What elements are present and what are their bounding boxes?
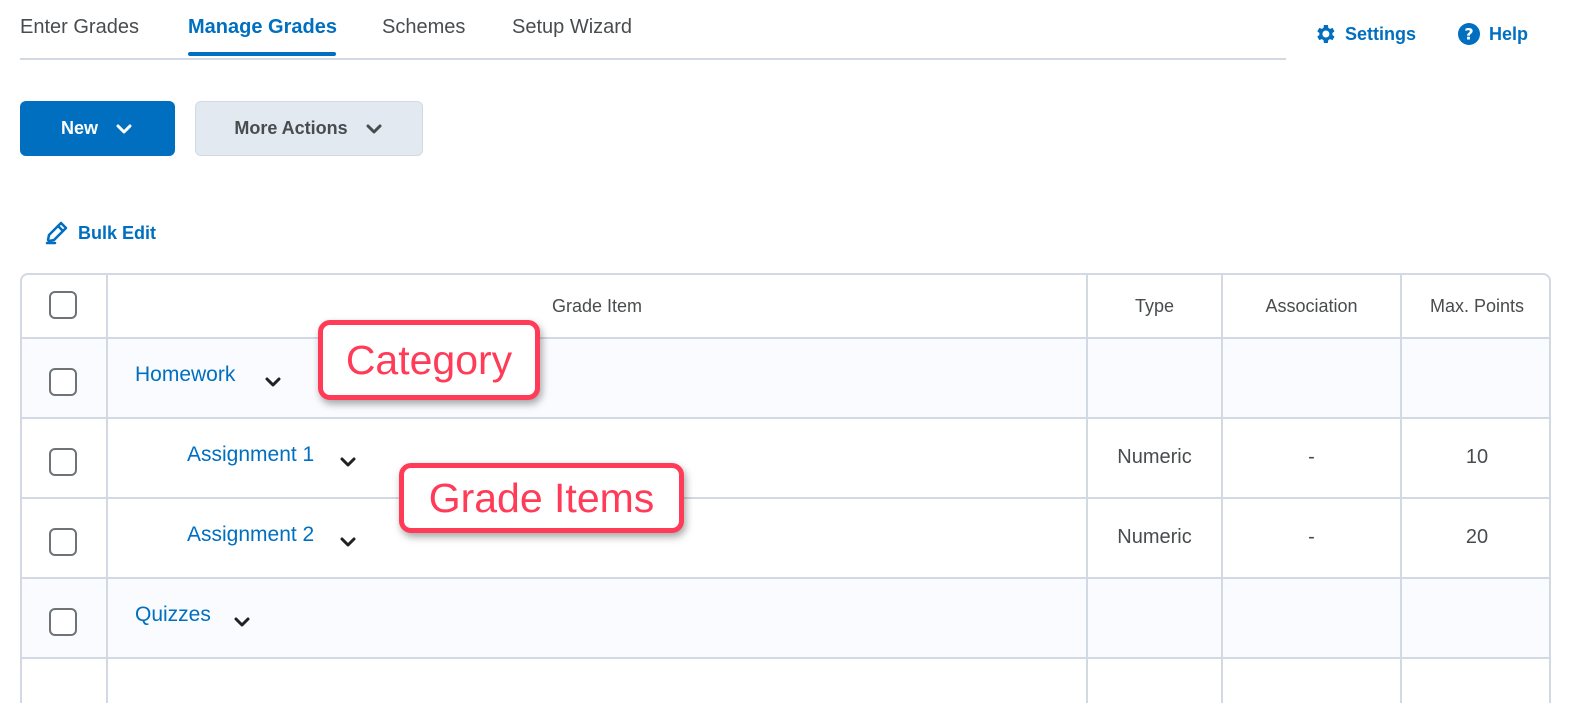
settings-link[interactable]: Settings xyxy=(1313,22,1416,46)
column-divider xyxy=(106,275,108,703)
header-association: Association xyxy=(1265,296,1358,316)
column-divider xyxy=(1400,275,1402,703)
tab-bar: Enter Grades Manage Grades Schemes Setup… xyxy=(20,0,1286,60)
settings-label: Settings xyxy=(1345,23,1417,44)
row-checkbox[interactable] xyxy=(49,608,77,636)
help-link[interactable]: ? Help xyxy=(1457,22,1528,46)
table-row: Quizzes xyxy=(22,577,1549,659)
grade-items-callout: Grade Items xyxy=(399,463,684,533)
table-row: Homework xyxy=(22,337,1549,419)
column-divider xyxy=(1086,275,1088,703)
category-callout: Category xyxy=(318,320,540,400)
max-points-cell: 10 xyxy=(1465,446,1489,468)
table-header-row: Grade Item Type Association Max. Points xyxy=(22,275,1549,337)
type-cell: Numeric xyxy=(1117,446,1192,468)
tab-schemes[interactable]: Schemes xyxy=(382,16,465,39)
category-link-quizzes[interactable]: Quizzes xyxy=(135,603,211,627)
pencil-icon xyxy=(45,221,68,245)
more-actions-label: More Actions xyxy=(234,118,348,138)
grades-table: Grade Item Type Association Max. Points … xyxy=(20,273,1551,703)
column-divider xyxy=(1221,275,1223,703)
header-max-points: Max. Points xyxy=(1429,296,1525,316)
chevron-down-icon xyxy=(116,124,132,133)
grade-item-link-assignment-1[interactable]: Assignment 1 xyxy=(187,443,314,467)
table-row xyxy=(22,657,1549,703)
chevron-down-icon xyxy=(366,124,382,133)
grade-item-link-assignment-2[interactable]: Assignment 2 xyxy=(187,523,314,547)
new-button[interactable]: New xyxy=(20,101,175,156)
max-points-cell: 20 xyxy=(1465,526,1489,548)
header-grade-item: Grade Item xyxy=(551,296,643,316)
row-checkbox[interactable] xyxy=(49,448,77,476)
active-tab-indicator xyxy=(188,52,336,56)
new-button-label: New xyxy=(60,118,98,138)
svg-text:?: ? xyxy=(1464,25,1473,44)
select-all-checkbox[interactable] xyxy=(49,291,77,319)
grade-items-callout-label: Grade Items xyxy=(428,474,655,521)
association-cell: - xyxy=(1308,446,1315,468)
category-callout-label: Category xyxy=(345,336,513,383)
table-row: Assignment 2 Numeric - 20 xyxy=(22,497,1549,579)
chevron-down-icon[interactable] xyxy=(337,531,359,553)
chevron-down-icon[interactable] xyxy=(262,371,284,393)
help-label: Help xyxy=(1489,23,1529,44)
tab-enter-grades[interactable]: Enter Grades xyxy=(20,16,139,39)
question-circle-icon: ? xyxy=(1458,23,1480,45)
tab-manage-grades[interactable]: Manage Grades xyxy=(188,16,337,39)
type-cell: Numeric xyxy=(1117,526,1192,548)
gear-icon xyxy=(1317,25,1335,43)
bulk-edit-label: Bulk Edit xyxy=(78,222,157,243)
table-row: Assignment 1 Numeric - 10 xyxy=(22,417,1549,499)
association-cell: - xyxy=(1308,526,1315,548)
row-checkbox[interactable] xyxy=(49,528,77,556)
bulk-edit-button[interactable]: Bulk Edit xyxy=(44,220,156,246)
more-actions-button[interactable]: More Actions xyxy=(195,101,423,156)
chevron-down-icon[interactable] xyxy=(231,611,253,633)
tab-setup-wizard[interactable]: Setup Wizard xyxy=(512,16,632,39)
chevron-down-icon[interactable] xyxy=(337,451,359,473)
header-type: Type xyxy=(1134,296,1175,316)
row-checkbox[interactable] xyxy=(49,368,77,396)
category-link-homework[interactable]: Homework xyxy=(135,363,235,387)
